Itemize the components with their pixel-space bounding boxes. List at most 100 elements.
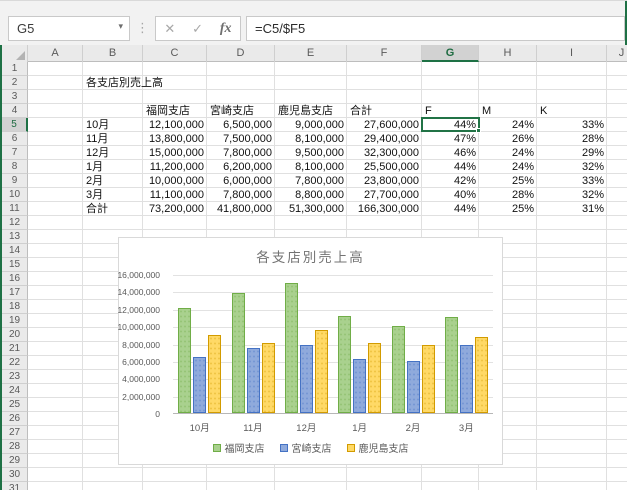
- column-header-B[interactable]: B: [83, 45, 143, 62]
- row-header-10[interactable]: 10: [2, 188, 28, 202]
- cell-D11[interactable]: 41,800,000: [207, 202, 275, 216]
- cell-G11[interactable]: 44%: [422, 202, 479, 216]
- cell-E10[interactable]: 8,800,000: [275, 188, 347, 202]
- cell-H10[interactable]: 28%: [479, 188, 537, 202]
- cell-C7[interactable]: 15,000,000: [143, 146, 207, 160]
- cell-E5[interactable]: 9,000,000: [275, 118, 347, 132]
- row-header-19[interactable]: 19: [2, 314, 28, 328]
- cell-H8[interactable]: 24%: [479, 160, 537, 174]
- cancel-icon[interactable]: ✕: [164, 21, 175, 37]
- row-header-13[interactable]: 13: [2, 230, 28, 244]
- cell-G9[interactable]: 42%: [422, 174, 479, 188]
- cell-C6[interactable]: 13,800,000: [143, 132, 207, 146]
- cell-F6[interactable]: 29,400,000: [347, 132, 422, 146]
- cell-D5[interactable]: 6,500,000: [207, 118, 275, 132]
- insert-function-icon[interactable]: fx: [220, 21, 232, 37]
- chevron-down-icon[interactable]: ▾: [118, 21, 123, 32]
- row-header-12[interactable]: 12: [2, 216, 28, 230]
- cell-I9[interactable]: 33%: [537, 174, 607, 188]
- row-header-18[interactable]: 18: [2, 300, 28, 314]
- row-header-16[interactable]: 16: [2, 272, 28, 286]
- row-header-25[interactable]: 25: [2, 398, 28, 412]
- row-header-29[interactable]: 29: [2, 454, 28, 468]
- row-header-15[interactable]: 15: [2, 258, 28, 272]
- cell-I5[interactable]: 33%: [537, 118, 607, 132]
- cell-H11[interactable]: 25%: [479, 202, 537, 216]
- cell-H9[interactable]: 25%: [479, 174, 537, 188]
- cell-C10[interactable]: 11,100,000: [143, 188, 207, 202]
- cell-I6[interactable]: 28%: [537, 132, 607, 146]
- cell-F9[interactable]: 23,800,000: [347, 174, 422, 188]
- formula-input[interactable]: =C5/$F5: [246, 16, 625, 41]
- row-header-7[interactable]: 7: [2, 146, 28, 160]
- cell-H7[interactable]: 24%: [479, 146, 537, 160]
- column-header-A[interactable]: A: [28, 45, 83, 62]
- column-header-H[interactable]: H: [479, 45, 537, 62]
- row-header-1[interactable]: 1: [2, 62, 28, 76]
- row-header-20[interactable]: 20: [2, 328, 28, 342]
- row-header-14[interactable]: 14: [2, 244, 28, 258]
- name-box[interactable]: G5 ▾: [8, 16, 130, 41]
- confirm-icon[interactable]: ✓: [192, 21, 203, 37]
- column-header-J[interactable]: J: [607, 45, 627, 62]
- column-header-F[interactable]: F: [347, 45, 422, 62]
- row-header-6[interactable]: 6: [2, 132, 28, 146]
- cell-E9[interactable]: 7,800,000: [275, 174, 347, 188]
- row-header-26[interactable]: 26: [2, 412, 28, 426]
- row-header-3[interactable]: 3: [2, 90, 28, 104]
- column-header-C[interactable]: C: [143, 45, 207, 62]
- row-header-11[interactable]: 11: [2, 202, 28, 216]
- cell-D8[interactable]: 6,200,000: [207, 160, 275, 174]
- row-header-5[interactable]: 5: [2, 118, 28, 132]
- cell-G8[interactable]: 44%: [422, 160, 479, 174]
- cell-B2[interactable]: 各支店別売上高: [83, 76, 203, 90]
- column-header-E[interactable]: E: [275, 45, 347, 62]
- row-header-22[interactable]: 22: [2, 356, 28, 370]
- cell-G6[interactable]: 47%: [422, 132, 479, 146]
- cell-D10[interactable]: 7,800,000: [207, 188, 275, 202]
- cell-D7[interactable]: 7,800,000: [207, 146, 275, 160]
- cell-G7[interactable]: 46%: [422, 146, 479, 160]
- row-header-17[interactable]: 17: [2, 286, 28, 300]
- cell-E6[interactable]: 8,100,000: [275, 132, 347, 146]
- row-header-31[interactable]: 31: [2, 482, 28, 490]
- row-header-2[interactable]: 2: [2, 76, 28, 90]
- cell-C8[interactable]: 11,200,000: [143, 160, 207, 174]
- fill-handle[interactable]: [476, 128, 481, 133]
- cell-H6[interactable]: 26%: [479, 132, 537, 146]
- sales-chart[interactable]: 各支店別売上高 02,000,0004,000,0006,000,0008,00…: [118, 237, 503, 465]
- cell-I10[interactable]: 32%: [537, 188, 607, 202]
- row-header-9[interactable]: 9: [2, 174, 28, 188]
- row-header-23[interactable]: 23: [2, 370, 28, 384]
- column-header-I[interactable]: I: [537, 45, 607, 62]
- cell-F5[interactable]: 27,600,000: [347, 118, 422, 132]
- cell-F11[interactable]: 166,300,000: [347, 202, 422, 216]
- row-header-8[interactable]: 8: [2, 160, 28, 174]
- cell-C5[interactable]: 12,100,000: [143, 118, 207, 132]
- select-all-corner[interactable]: [2, 45, 28, 62]
- spreadsheet-grid[interactable]: 各支店別売上高 02,000,0004,000,0006,000,0008,00…: [0, 45, 627, 490]
- cell-I11[interactable]: 31%: [537, 202, 607, 216]
- cell-G10[interactable]: 40%: [422, 188, 479, 202]
- cell-F10[interactable]: 27,700,000: [347, 188, 422, 202]
- cell-E8[interactable]: 8,100,000: [275, 160, 347, 174]
- row-header-4[interactable]: 4: [2, 104, 28, 118]
- column-header-D[interactable]: D: [207, 45, 275, 62]
- cell-C11[interactable]: 73,200,000: [143, 202, 207, 216]
- cell-D9[interactable]: 6,000,000: [207, 174, 275, 188]
- row-header-28[interactable]: 28: [2, 440, 28, 454]
- cell-H5[interactable]: 24%: [479, 118, 537, 132]
- row-header-21[interactable]: 21: [2, 342, 28, 356]
- cell-I7[interactable]: 29%: [537, 146, 607, 160]
- row-header-27[interactable]: 27: [2, 426, 28, 440]
- row-header-24[interactable]: 24: [2, 384, 28, 398]
- cell-I8[interactable]: 32%: [537, 160, 607, 174]
- cell-E7[interactable]: 9,500,000: [275, 146, 347, 160]
- cell-I4[interactable]: K: [537, 104, 627, 118]
- cell-C9[interactable]: 10,000,000: [143, 174, 207, 188]
- cell-F7[interactable]: 32,300,000: [347, 146, 422, 160]
- cell-F8[interactable]: 25,500,000: [347, 160, 422, 174]
- cell-E11[interactable]: 51,300,000: [275, 202, 347, 216]
- cell-D6[interactable]: 7,500,000: [207, 132, 275, 146]
- column-header-G[interactable]: G: [422, 45, 479, 62]
